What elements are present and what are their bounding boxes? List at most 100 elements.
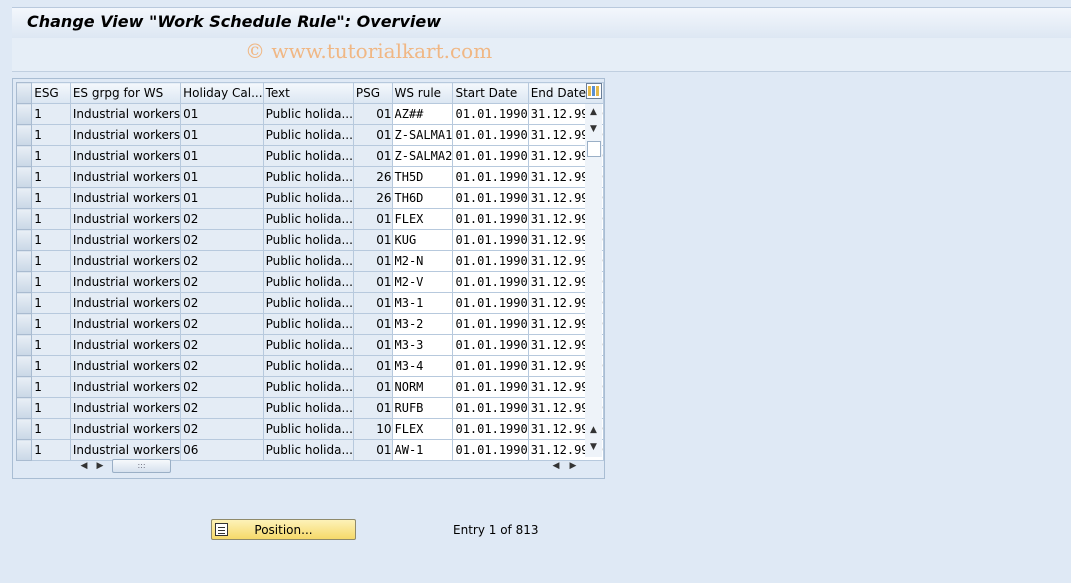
row-selector[interactable]: [15, 313, 33, 335]
row-selector[interactable]: [15, 166, 33, 188]
position-button[interactable]: Position...: [211, 519, 356, 540]
cell-psg: 01: [352, 271, 393, 293]
horizontal-scrollbar[interactable]: ◀ ▶ ::: ◀ ▶: [75, 458, 585, 474]
cell-ws-rule[interactable]: M3-4: [391, 355, 454, 377]
cell-psg: 01: [352, 145, 393, 167]
row-selector[interactable]: [15, 103, 33, 125]
cell-ws-rule[interactable]: Z-SALMA1: [391, 124, 454, 146]
scroll-left-end-icon[interactable]: ◀: [549, 459, 563, 473]
cell-text: Public holida...: [262, 397, 354, 419]
scroll-down-icon[interactable]: ▼: [587, 441, 600, 453]
table-row[interactable]: 1 Industrial workers 02 Public holida... 10 F…: [15, 418, 605, 440]
row-selector[interactable]: [15, 418, 33, 440]
cell-start-date[interactable]: 01.01.1990: [452, 250, 529, 272]
row-selector[interactable]: [15, 271, 33, 293]
row-selector[interactable]: [15, 376, 33, 398]
row-selector[interactable]: [15, 187, 33, 209]
cell-holiday-cal: 02: [180, 208, 264, 230]
table-row[interactable]: 1 Industrial workers 02 Public holida... 01 M…: [15, 271, 605, 293]
cell-start-date[interactable]: 01.01.1990: [452, 103, 529, 125]
cell-start-date[interactable]: 01.01.1990: [452, 187, 529, 209]
cell-es-grpg: Industrial workers: [69, 271, 182, 293]
cell-ws-rule[interactable]: FLEX: [391, 418, 454, 440]
select-all-cell[interactable]: [15, 82, 33, 104]
table-row[interactable]: 1 Industrial workers 01 Public holida... 01 Z…: [15, 145, 605, 167]
cell-start-date[interactable]: 01.01.1990: [452, 124, 529, 146]
table-row[interactable]: 1 Industrial workers 02 Public holida... 01 M…: [15, 355, 605, 377]
table-row[interactable]: 1 Industrial workers 02 Public holida... 01 M…: [15, 292, 605, 314]
table-row[interactable]: 1 Industrial workers 02 Public holida... 01 N…: [15, 376, 605, 398]
cell-ws-rule[interactable]: M3-3: [391, 334, 454, 356]
scroll-right-icon[interactable]: ▶: [93, 459, 107, 473]
cell-esg: 1: [31, 418, 71, 440]
row-selector[interactable]: [15, 229, 33, 251]
column-header-ws-rule[interactable]: WS rule: [391, 82, 454, 104]
column-header-es-grpg[interactable]: ES grpg for WS: [69, 82, 182, 104]
cell-start-date[interactable]: 01.01.1990: [452, 376, 529, 398]
cell-start-date[interactable]: 01.01.1990: [452, 271, 529, 293]
scroll-page-down-icon[interactable]: ▼: [587, 123, 600, 135]
cell-start-date[interactable]: 01.01.1990: [452, 166, 529, 188]
row-selector[interactable]: [15, 439, 33, 461]
cell-ws-rule[interactable]: Z-SALMA2: [391, 145, 454, 167]
scroll-right-end-icon[interactable]: ▶: [566, 459, 580, 473]
cell-es-grpg: Industrial workers: [69, 334, 182, 356]
cell-ws-rule[interactable]: M2-N: [391, 250, 454, 272]
cell-start-date[interactable]: 01.01.1990: [452, 418, 529, 440]
cell-start-date[interactable]: 01.01.1990: [452, 208, 529, 230]
cell-ws-rule[interactable]: KUG: [391, 229, 454, 251]
table-row[interactable]: 1 Industrial workers 02 Public holida... 01 F…: [15, 208, 605, 230]
scroll-up-icon[interactable]: ▲: [587, 106, 600, 118]
row-selector[interactable]: [15, 397, 33, 419]
cell-ws-rule[interactable]: M3-1: [391, 292, 454, 314]
row-selector[interactable]: [15, 124, 33, 146]
scroll-left-icon[interactable]: ◀: [77, 459, 91, 473]
cell-ws-rule[interactable]: AZ##: [391, 103, 454, 125]
column-header-text[interactable]: Text: [262, 82, 354, 104]
row-selector[interactable]: [15, 334, 33, 356]
vertical-scroll-thumb[interactable]: [587, 141, 601, 157]
table-settings-icon[interactable]: [586, 83, 602, 99]
column-header-psg[interactable]: PSG: [352, 82, 393, 104]
cell-ws-rule[interactable]: NORM: [391, 376, 454, 398]
cell-ws-rule[interactable]: TH6D: [391, 187, 454, 209]
cell-holiday-cal: 02: [180, 334, 264, 356]
cell-ws-rule[interactable]: RUFB: [391, 397, 454, 419]
row-selector[interactable]: [15, 292, 33, 314]
cell-ws-rule[interactable]: FLEX: [391, 208, 454, 230]
cell-start-date[interactable]: 01.01.1990: [452, 334, 529, 356]
table-row[interactable]: 1 Industrial workers 01 Public holida... 01 Z…: [15, 124, 605, 146]
row-selector[interactable]: [15, 208, 33, 230]
cell-es-grpg: Industrial workers: [69, 229, 182, 251]
table-row[interactable]: 1 Industrial workers 01 Public holida... 26 T…: [15, 166, 605, 188]
table-row[interactable]: 1 Industrial workers 02 Public holida... 01 K…: [15, 229, 605, 251]
table-row[interactable]: 1 Industrial workers 02 Public holida... 01 M…: [15, 313, 605, 335]
cell-esg: 1: [31, 397, 71, 419]
table-body: 1 Industrial workers 01 Public holida... 01 A…: [15, 103, 605, 461]
column-header-esg[interactable]: ESG: [31, 82, 71, 104]
vertical-scrollbar[interactable]: ▲ ▼ ▲ ▼: [585, 104, 602, 457]
row-selector[interactable]: [15, 145, 33, 167]
cell-start-date[interactable]: 01.01.1990: [452, 145, 529, 167]
column-header-holiday-cal[interactable]: Holiday Cal...: [180, 82, 264, 104]
page-title: Change View "Work Schedule Rule": Overvi…: [27, 12, 441, 31]
row-selector[interactable]: [15, 250, 33, 272]
cell-start-date[interactable]: 01.01.1990: [452, 355, 529, 377]
cell-ws-rule[interactable]: M3-2: [391, 313, 454, 335]
table-row[interactable]: 1 Industrial workers 02 Public holida... 01 R…: [15, 397, 605, 419]
column-header-start-date[interactable]: Start Date: [452, 82, 529, 104]
scroll-page-up-icon[interactable]: ▲: [587, 424, 600, 436]
horizontal-scroll-thumb[interactable]: :::: [112, 459, 171, 473]
table-row[interactable]: 1 Industrial workers 01 Public holida... 26 T…: [15, 187, 605, 209]
cell-start-date[interactable]: 01.01.1990: [452, 313, 529, 335]
row-selector[interactable]: [15, 355, 33, 377]
table-row[interactable]: 1 Industrial workers 02 Public holida... 01 M…: [15, 334, 605, 356]
cell-start-date[interactable]: 01.01.1990: [452, 292, 529, 314]
cell-holiday-cal: 02: [180, 418, 264, 440]
cell-start-date[interactable]: 01.01.1990: [452, 397, 529, 419]
cell-start-date[interactable]: 01.01.1990: [452, 229, 529, 251]
table-row[interactable]: 1 Industrial workers 02 Public holida... 01 M…: [15, 250, 605, 272]
cell-ws-rule[interactable]: M2-V: [391, 271, 454, 293]
table-row[interactable]: 1 Industrial workers 01 Public holida... 01 A…: [15, 103, 605, 125]
cell-ws-rule[interactable]: TH5D: [391, 166, 454, 188]
